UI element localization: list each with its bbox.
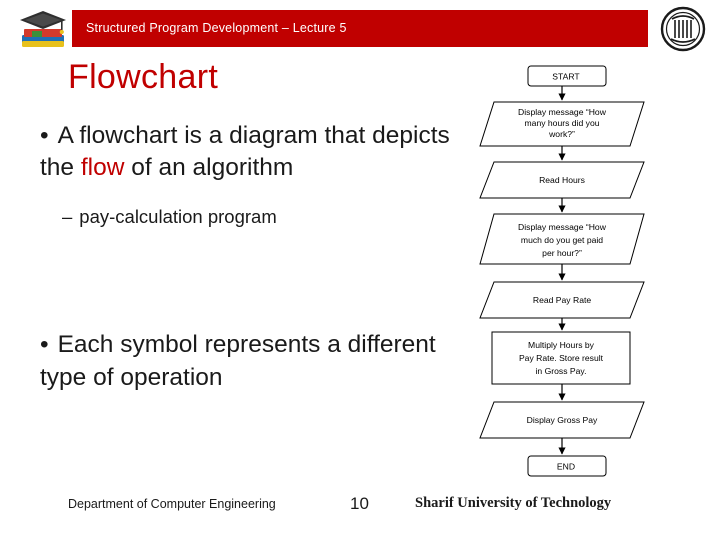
flow-label-multiply-line3: in Gross Pay. — [536, 366, 587, 376]
flow-label-disp-hours-line3: work?” — [548, 129, 575, 139]
flow-label-disp-gross: Display Gross Pay — [527, 415, 598, 425]
flow-label-start: START — [552, 72, 580, 82]
page-title: Flowchart — [68, 58, 219, 96]
bullet-2-text: Each symbol represents a different type … — [40, 331, 436, 392]
bullet-marker: • — [40, 122, 49, 149]
flow-label-read-hours: Read Hours — [539, 175, 585, 185]
bullet-item-1: • A flowchart is a diagram that depicts t… — [40, 120, 490, 185]
footer-university: Sharif University of Technology — [415, 495, 612, 511]
flow-label-end: END — [557, 462, 575, 472]
footer-department: Department of Computer Engineering — [68, 497, 276, 511]
flow-label-read-rate: Read Pay Rate — [533, 295, 592, 305]
header-bar: Structured Program Development – Lecture… — [0, 0, 720, 57]
bullet-1-text-after: of an algorithm — [124, 154, 294, 182]
sharif-university-logo — [660, 6, 706, 52]
bullet-1-highlight: flow — [80, 154, 125, 182]
sub-bullet-marker: – — [62, 206, 73, 227]
flow-label-multiply-line1: Multiply Hours by — [528, 340, 595, 350]
flow-label-disp-rate-line2: much do you get paid — [521, 235, 603, 245]
flow-label-disp-rate-line1: Display message “How — [518, 222, 607, 232]
sub-bullet-item: – pay-calculation program — [62, 206, 277, 228]
flow-label-disp-hours-line2: many hours did you — [525, 118, 600, 128]
footer-page-number: 10 — [350, 494, 369, 513]
bullet-item-2: • Each symbol represents a different type… — [40, 328, 470, 394]
bullet-marker-2: • — [40, 331, 49, 358]
sub-bullet-text: pay-calculation program — [79, 206, 277, 227]
flow-label-disp-rate-line3: per hour?” — [542, 248, 582, 258]
flow-label-multiply-line2: Pay Rate. Store result — [519, 353, 604, 363]
header-title: Structured Program Development – Lecture… — [86, 21, 347, 35]
graduation-cap-book-logo — [18, 5, 70, 53]
flow-label-disp-hours-line1: Display message “How — [518, 107, 607, 117]
flowchart-diagram: START Display message “How many hours di… — [470, 60, 720, 490]
